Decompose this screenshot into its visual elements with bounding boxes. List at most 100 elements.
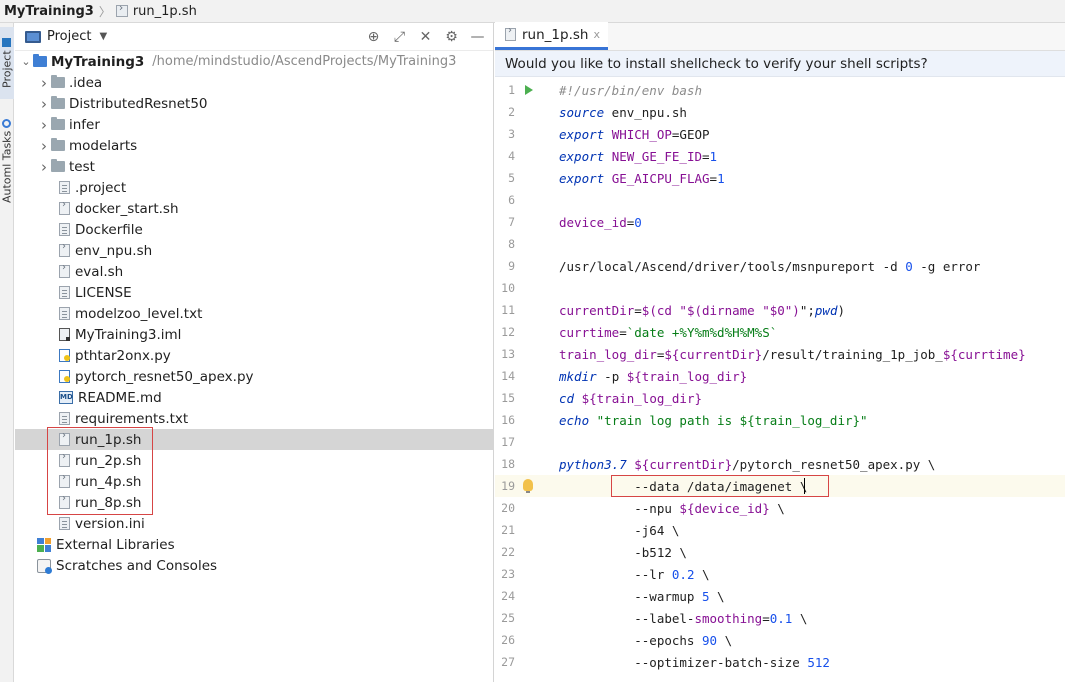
breadcrumb-file[interactable]: run_1p.sh: [133, 4, 197, 19]
tree-item[interactable]: requirements.txt: [15, 408, 494, 429]
code-line[interactable]: 27 --optimizer-batch-size 512: [495, 651, 1065, 673]
line-number: 14: [501, 369, 515, 383]
text-file-icon: [59, 412, 70, 425]
code-line[interactable]: 22 -b512 \: [495, 541, 1065, 563]
folder-icon: [51, 75, 65, 88]
code-line[interactable]: 2 source env_npu.sh: [495, 101, 1065, 123]
line-number: 24: [501, 589, 515, 603]
tree-item[interactable]: › .idea: [15, 72, 494, 93]
code-line[interactable]: 7 device_id=0: [495, 211, 1065, 233]
code-line[interactable]: 10: [495, 277, 1065, 299]
gutter: [515, 629, 559, 651]
code-line[interactable]: 12 currtime=`date +%Y%m%d%H%M%S`: [495, 321, 1065, 343]
code-line[interactable]: 16 echo "train log path is ${train_log_di…: [495, 409, 1065, 431]
tree-item-label: LICENSE: [75, 284, 132, 301]
automl-tasks-tab-label: Automl Tasks: [0, 130, 14, 204]
collapse-all-icon[interactable]: ✕: [418, 29, 433, 45]
tree-item[interactable]: modelzoo_level.txt: [15, 303, 494, 324]
run-icon[interactable]: [525, 85, 533, 95]
chevron-right-icon[interactable]: ›: [37, 74, 51, 92]
locate-file-icon[interactable]: ⊕: [366, 29, 381, 45]
code-line[interactable]: 8: [495, 233, 1065, 255]
project-panel-tools: ⊕ ⤢ ✕ ⚙ —: [366, 29, 493, 45]
code-line[interactable]: 18 python3.7 ${currentDir}/pytorch_resnet…: [495, 453, 1065, 475]
chevron-right-icon[interactable]: ›: [37, 95, 51, 113]
lightbulb-icon[interactable]: [523, 479, 533, 493]
tree-item[interactable]: MD README.md: [15, 387, 494, 408]
code-line[interactable]: 4 export NEW_GE_FE_ID=1: [495, 145, 1065, 167]
chevron-down-icon[interactable]: ⌄: [19, 55, 33, 68]
tree-item[interactable]: › test: [15, 156, 494, 177]
tree-item[interactable]: run_4p.sh: [15, 471, 494, 492]
code-line[interactable]: 5 export GE_AICPU_FLAG=1: [495, 167, 1065, 189]
code-line[interactable]: 14 mkdir -p ${train_log_dir}: [495, 365, 1065, 387]
tree-item-label: run_2p.sh: [75, 452, 142, 469]
tree-item[interactable]: run_1p.sh: [15, 429, 494, 450]
code-line[interactable]: 20 --npu ${device_id} \: [495, 497, 1065, 519]
code-line[interactable]: 26 --epochs 90 \: [495, 629, 1065, 651]
code-text: --optimizer-batch-size 512: [559, 654, 830, 670]
chevron-right-icon[interactable]: ›: [37, 137, 51, 155]
code-line[interactable]: 23 --lr 0.2 \: [495, 563, 1065, 585]
tree-root[interactable]: ⌄ MyTraining3/home/mindstudio/AscendProje…: [15, 51, 494, 72]
tree-item[interactable]: › DistributedResnet50: [15, 93, 494, 114]
hide-panel-icon[interactable]: —: [470, 29, 485, 45]
tree-item[interactable]: eval.sh: [15, 261, 494, 282]
tree-item[interactable]: pthtar2onx.py: [15, 345, 494, 366]
automl-icon: [2, 118, 12, 128]
shell-file-icon: [59, 262, 70, 278]
code-line[interactable]: 1 #!/usr/bin/env bash: [495, 79, 1065, 101]
breadcrumb-project[interactable]: MyTraining3: [4, 4, 94, 19]
tree-item[interactable]: › modelarts: [15, 135, 494, 156]
project-view-selector[interactable]: Project: [47, 29, 91, 44]
code-line[interactable]: 15 cd ${train_log_dir}: [495, 387, 1065, 409]
python-file-icon: [59, 370, 70, 383]
tree-item[interactable]: pytorch_resnet50_apex.py: [15, 366, 494, 387]
root-path: /home/mindstudio/AscendProjects/MyTraini…: [152, 54, 457, 69]
code-line[interactable]: 19 --data /data/imagenet \: [495, 475, 1065, 497]
external-libraries[interactable]: External Libraries: [15, 534, 494, 555]
code-line[interactable]: 24 --warmup 5 \: [495, 585, 1065, 607]
root-name: MyTraining3: [51, 53, 145, 70]
tree-item[interactable]: Dockerfile: [15, 219, 494, 240]
line-number: 18: [501, 457, 515, 471]
tree-item[interactable]: MyTraining3.iml: [15, 324, 494, 345]
code-text: -b512 \: [559, 544, 687, 560]
code-line[interactable]: 6: [495, 189, 1065, 211]
tree-item[interactable]: LICENSE: [15, 282, 494, 303]
chevron-right-icon[interactable]: ›: [37, 158, 51, 176]
code-line[interactable]: 21 -j64 \: [495, 519, 1065, 541]
code-line[interactable]: 3 export WHICH_OP=GEOP: [495, 123, 1065, 145]
tree-item[interactable]: docker_start.sh: [15, 198, 494, 219]
code-text: --epochs 90 \: [559, 632, 733, 648]
tree-item-label: version.ini: [75, 515, 145, 532]
gear-icon[interactable]: ⚙: [444, 29, 459, 45]
tree-item[interactable]: run_2p.sh: [15, 450, 494, 471]
shell-file-icon: [505, 25, 516, 41]
chevron-right-icon[interactable]: ›: [37, 116, 51, 134]
code-text: cd ${train_log_dir}: [559, 390, 703, 406]
project-tool-tab[interactable]: Project: [0, 27, 14, 99]
expand-all-icon[interactable]: ⤢: [392, 29, 407, 45]
scratches-and-consoles[interactable]: Scratches and Consoles: [15, 555, 494, 576]
code-text: python3.7 ${currentDir}/pytorch_resnet50…: [559, 456, 936, 472]
automl-tasks-tab[interactable]: Automl Tasks: [0, 111, 14, 211]
code-line[interactable]: 11 currentDir=$(cd "$(dirname "$0")";pwd): [495, 299, 1065, 321]
code-line[interactable]: 25 --label-smoothing=0.1 \: [495, 607, 1065, 629]
chevron-down-icon[interactable]: ▼: [99, 31, 107, 42]
code-line[interactable]: 17: [495, 431, 1065, 453]
code-text: export WHICH_OP=GEOP: [559, 126, 710, 142]
code-line[interactable]: 9/usr/local/Ascend/driver/tools/msnpurep…: [495, 255, 1065, 277]
line-number: 15: [501, 391, 515, 405]
tree-item[interactable]: › infer: [15, 114, 494, 135]
tree-item[interactable]: run_8p.sh: [15, 492, 494, 513]
close-icon[interactable]: x: [593, 28, 600, 41]
tree-item[interactable]: .project: [15, 177, 494, 198]
tree-item[interactable]: version.ini: [15, 513, 494, 534]
tab-run-1p-sh[interactable]: run_1p.sh x: [495, 22, 608, 50]
tree-item-label: .project: [75, 179, 127, 196]
code-line[interactable]: 13 train_log_dir=${currentDir}/result/tra…: [495, 343, 1065, 365]
line-number: 2: [508, 105, 515, 119]
tree-item[interactable]: env_npu.sh: [15, 240, 494, 261]
code-text: --lr 0.2 \: [559, 566, 710, 582]
